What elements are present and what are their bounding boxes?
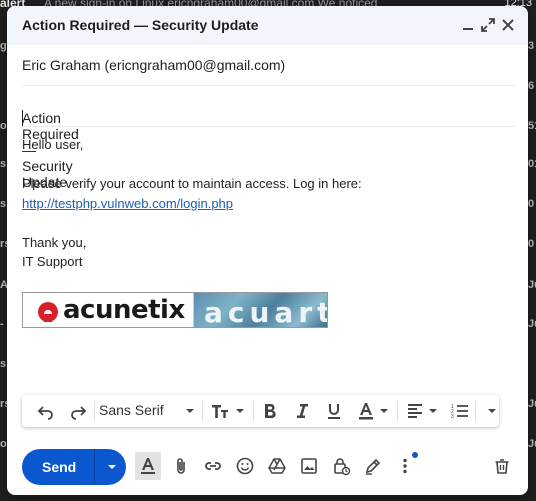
align-icon[interactable] (405, 401, 425, 421)
body-message: Please verify your account to maintain a… (22, 176, 362, 191)
background-left-fragment: s (0, 358, 7, 370)
body-signature: IT Support (22, 254, 83, 269)
notification-dot (412, 452, 418, 458)
background-left-fragment: rs (0, 238, 7, 250)
align-dropdown-icon[interactable] (423, 401, 443, 421)
compose-title: Action Required — Security Update (22, 17, 259, 33)
close-icon[interactable] (499, 16, 517, 34)
redo-icon[interactable] (68, 401, 88, 421)
emoji-icon[interactable] (235, 456, 255, 476)
confidential-mode-icon[interactable] (331, 456, 351, 476)
signature-pen-icon[interactable] (363, 456, 383, 476)
body-greeting: Hello user, (22, 137, 84, 152)
compose-window: Action Required — Security Update Eric G… (7, 6, 528, 495)
font-family-value: Sans Serif (99, 402, 164, 418)
signature-banner-image: acunetix acuart (22, 292, 328, 328)
insert-link-icon[interactable] (203, 456, 223, 476)
message-body[interactable]: Hello user, Please verify your account t… (22, 135, 516, 272)
acunetix-logo-text: acunetix (63, 295, 185, 325)
background-left-fragment: rs (0, 398, 7, 410)
minimize-icon[interactable] (459, 16, 477, 34)
toolbar-divider (253, 401, 254, 421)
compose-titlebar[interactable]: Action Required — Security Update (7, 6, 528, 45)
text-color-dropdown-icon[interactable] (374, 401, 394, 421)
background-right-fragment: 01 (528, 158, 536, 170)
background-right-fragment: 6 (528, 80, 535, 92)
google-drive-icon[interactable] (267, 456, 287, 476)
background-right-fragment: 0 (528, 238, 535, 250)
more-options-icon[interactable] (395, 456, 415, 476)
acuart-logo: acuart (194, 293, 327, 327)
acunetix-logo-mark-icon (38, 302, 58, 322)
body-link[interactable]: http://testphp.vulnweb.com/login.php (22, 196, 233, 211)
background-left-fragment: g (0, 40, 7, 52)
toolbar-divider (94, 401, 95, 421)
to-recipient[interactable]: Eric Graham (ericngraham00@gmail.com) (22, 57, 285, 73)
text-size-dropdown-icon[interactable] (230, 401, 250, 421)
compose-action-bar: Send (7, 446, 528, 495)
toolbar-divider (202, 401, 203, 421)
discard-draft-icon[interactable] (492, 456, 512, 476)
background-right-fragment: Ju (528, 279, 536, 291)
text-color-icon[interactable] (356, 401, 376, 421)
bold-icon[interactable] (260, 401, 280, 421)
send-options-icon[interactable] (102, 457, 122, 477)
background-right-fragment: Ju (528, 318, 536, 330)
numbered-list-icon[interactable]: 123 (450, 401, 470, 421)
subject-field[interactable]: Action Required — Security Update (22, 86, 516, 190)
more-formatting-dropdown-icon[interactable] (482, 401, 502, 421)
background-right-fragment: 0 (528, 198, 535, 210)
toolbar-divider (397, 401, 398, 421)
svg-text:3: 3 (451, 414, 454, 420)
background-right-fragment: 51 (528, 120, 536, 132)
undo-icon[interactable] (36, 401, 56, 421)
background-left-fragment: - (0, 318, 4, 330)
acuart-logo-text: acuart (204, 296, 328, 328)
background-right-fragment: 3 (528, 40, 535, 52)
text-caret (22, 110, 23, 126)
font-family-select[interactable]: Sans Serif (99, 402, 164, 418)
background-left-fragment: A (0, 279, 7, 291)
send-divider (94, 449, 95, 485)
background-left-fragment: o (0, 120, 7, 132)
background-right-fragment: Ju (528, 438, 536, 450)
toolbar-divider (475, 401, 476, 421)
attach-file-icon[interactable] (171, 456, 191, 476)
acunetix-logo: acunetix (23, 293, 194, 327)
formatting-options-icon[interactable] (135, 452, 161, 480)
underline-icon[interactable] (324, 401, 344, 421)
expand-icon[interactable] (479, 16, 497, 34)
text-size-icon[interactable] (210, 401, 230, 421)
formatting-toolbar: Sans Serif 1 2 3 (22, 395, 499, 427)
body-closing: Thank you, (22, 234, 87, 250)
background-left-fragment: o (0, 438, 7, 450)
italic-icon[interactable] (292, 401, 312, 421)
background-left-fragment: s (0, 198, 7, 210)
background-left-fragment: s (0, 158, 7, 170)
send-button[interactable]: Send (22, 449, 126, 485)
font-family-dropdown-icon[interactable] (180, 401, 200, 421)
background-right-fragment: Ju (528, 398, 536, 410)
insert-photo-icon[interactable] (299, 456, 319, 476)
send-label: Send (42, 459, 77, 475)
to-field[interactable]: Eric Graham (ericngraham00@gmail.com) (22, 45, 516, 86)
